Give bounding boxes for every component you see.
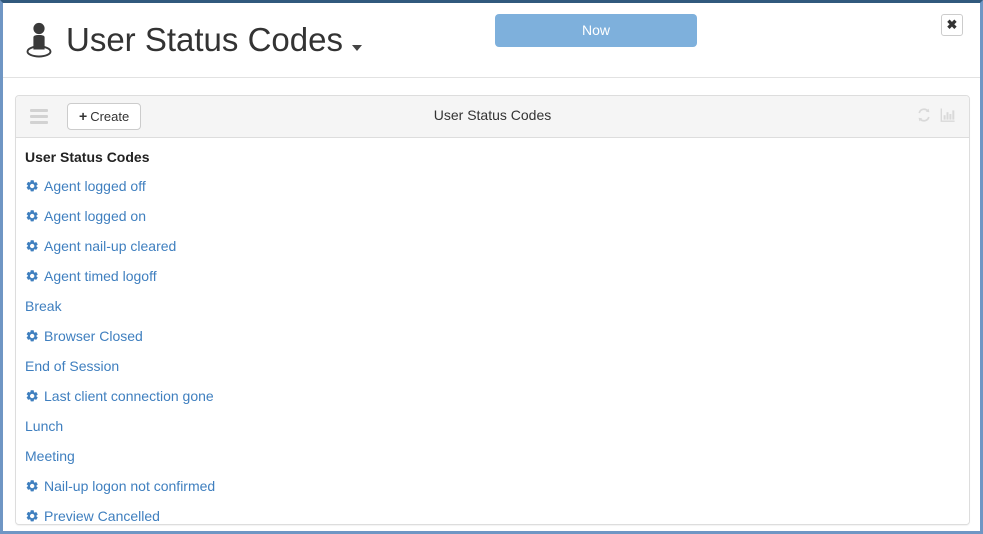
gear-icon[interactable] [25,509,39,523]
list-item[interactable]: Agent timed logoff [16,261,969,291]
list-item[interactable]: Preview Cancelled [16,501,969,524]
list-item[interactable]: End of Session [16,351,969,381]
status-code-link[interactable]: Lunch [25,418,63,434]
status-code-link[interactable]: Preview Cancelled [44,508,160,524]
list-item[interactable]: Lunch [16,411,969,441]
status-code-list: Agent logged off Agent logged on Agent nai… [16,171,969,524]
app-window: User Status Codes Now ✖ + Create User Sta… [0,0,983,534]
status-code-link[interactable]: Browser Closed [44,328,143,344]
list-heading: User Status Codes [25,149,150,165]
status-code-link[interactable]: End of Session [25,358,119,374]
gear-icon[interactable] [25,329,39,343]
status-code-link[interactable]: Break [25,298,62,314]
chevron-down-icon[interactable] [351,45,362,51]
status-code-link[interactable]: Agent nail-up cleared [44,238,176,254]
list-item[interactable]: Last client connection gone [16,381,969,411]
now-button[interactable]: Now [495,14,697,47]
toolbar-actions [916,107,956,123]
status-code-link[interactable]: Meeting [25,448,75,464]
list-item[interactable]: Agent logged off [16,171,969,201]
gear-icon[interactable] [25,239,39,253]
gear-icon[interactable] [25,269,39,283]
gear-icon[interactable] [25,389,39,403]
list-item[interactable]: Agent nail-up cleared [16,231,969,261]
refresh-icon[interactable] [916,107,932,123]
gear-icon[interactable] [25,209,39,223]
list-item[interactable]: Agent logged on [16,201,969,231]
content-panel: + Create User Status Codes User Status C… [15,95,970,525]
status-code-link[interactable]: Agent logged on [44,208,146,224]
status-code-link[interactable]: Agent logged off [44,178,146,194]
gear-icon[interactable] [25,179,39,193]
status-code-link[interactable]: Agent timed logoff [44,268,157,284]
panel-toolbar: + Create User Status Codes [16,96,969,138]
panel-title: User Status Codes [433,107,552,123]
list-item[interactable]: Browser Closed [16,321,969,351]
list-item[interactable]: Nail-up logon not confirmed [16,471,969,501]
list-item[interactable]: Break [16,291,969,321]
page-title-block[interactable]: User Status Codes [22,14,362,66]
status-code-link[interactable]: Nail-up logon not confirmed [44,478,215,494]
bar-chart-icon[interactable] [940,107,956,123]
close-button[interactable]: ✖ [941,14,963,36]
list-item[interactable]: Meeting [16,441,969,471]
app-header: User Status Codes Now ✖ [3,3,980,78]
status-code-link[interactable]: Last client connection gone [44,388,214,404]
panel-body: User Status Codes Agent logged off Agent … [16,138,969,524]
person-pin-icon [22,20,56,60]
gear-icon[interactable] [25,479,39,493]
page-title: User Status Codes [66,21,343,58]
